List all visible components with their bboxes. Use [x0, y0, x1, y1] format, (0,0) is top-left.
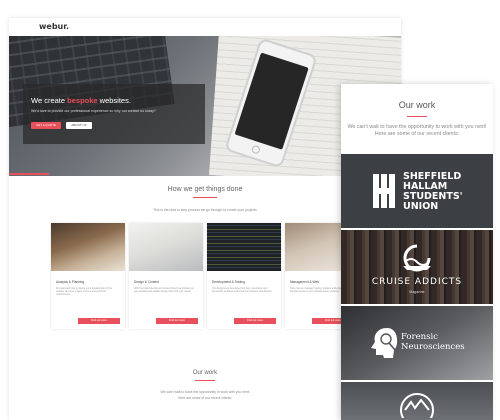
process-card-analysis: Analysis & Planning We start each site b… — [51, 223, 125, 329]
forensic-name: Forensic Neurosciences — [401, 332, 465, 352]
client-tile-cruise-addicts[interactable]: CRUISE ADDICTS Magazine — [341, 230, 493, 304]
navbar: webur. — [9, 18, 401, 36]
find-out-more-button[interactable]: Find out more — [78, 318, 120, 324]
mobile-work-underline — [407, 116, 427, 117]
cruise-addicts-tagline: Magazine — [409, 290, 425, 294]
site-logo[interactable]: webur. — [39, 22, 69, 31]
cruise-addicts-logo-icon — [403, 244, 431, 272]
sketch-notebook-image — [129, 223, 203, 271]
process-card-development: Development & Testing Our designs are de… — [207, 223, 281, 329]
partial-client-logo-icon — [400, 393, 434, 418]
mobile-work-title: Our work — [398, 100, 436, 110]
client-tile-partial[interactable] — [341, 382, 493, 420]
hero-title-highlight: bespoke — [67, 96, 98, 105]
hero-accent-bar — [9, 173, 49, 175]
shu-logo-icon — [373, 174, 395, 208]
find-out-more-button[interactable]: Find out more — [234, 318, 276, 324]
code-screen-image — [207, 223, 281, 271]
work-title-underline — [195, 380, 215, 381]
process-card-design: Design & Content With the brand identity… — [129, 223, 203, 329]
mobile-work-subtitle: We can't wait to have the opportunity to… — [347, 124, 487, 137]
process-title-underline — [193, 197, 217, 198]
mobile-mockup: Our work We can't wait to have the oppor… — [341, 84, 493, 420]
client-tile-shu[interactable]: SHEFFIELD HALLAM STUDENTS' UNION — [341, 154, 493, 228]
find-out-more-button[interactable]: Find out more — [156, 318, 198, 324]
hero-subtitle: We'd love to provide our professional ex… — [31, 109, 156, 113]
team-meeting-image — [51, 223, 125, 271]
cruise-addicts-name: CRUISE ADDICTS — [371, 277, 463, 287]
forensic-head-icon — [371, 328, 398, 358]
hero-title: We create bespoke websites. — [31, 96, 131, 105]
shu-name: SHEFFIELD HALLAM STUDENTS' UNION — [403, 171, 463, 212]
client-tile-forensic-neurosciences[interactable]: Forensic Neurosciences — [341, 306, 493, 380]
hero-text-overlay — [23, 84, 205, 144]
get-quote-button[interactable]: GET A QUOTE — [31, 122, 61, 129]
about-us-button[interactable]: ABOUT US — [66, 122, 92, 129]
